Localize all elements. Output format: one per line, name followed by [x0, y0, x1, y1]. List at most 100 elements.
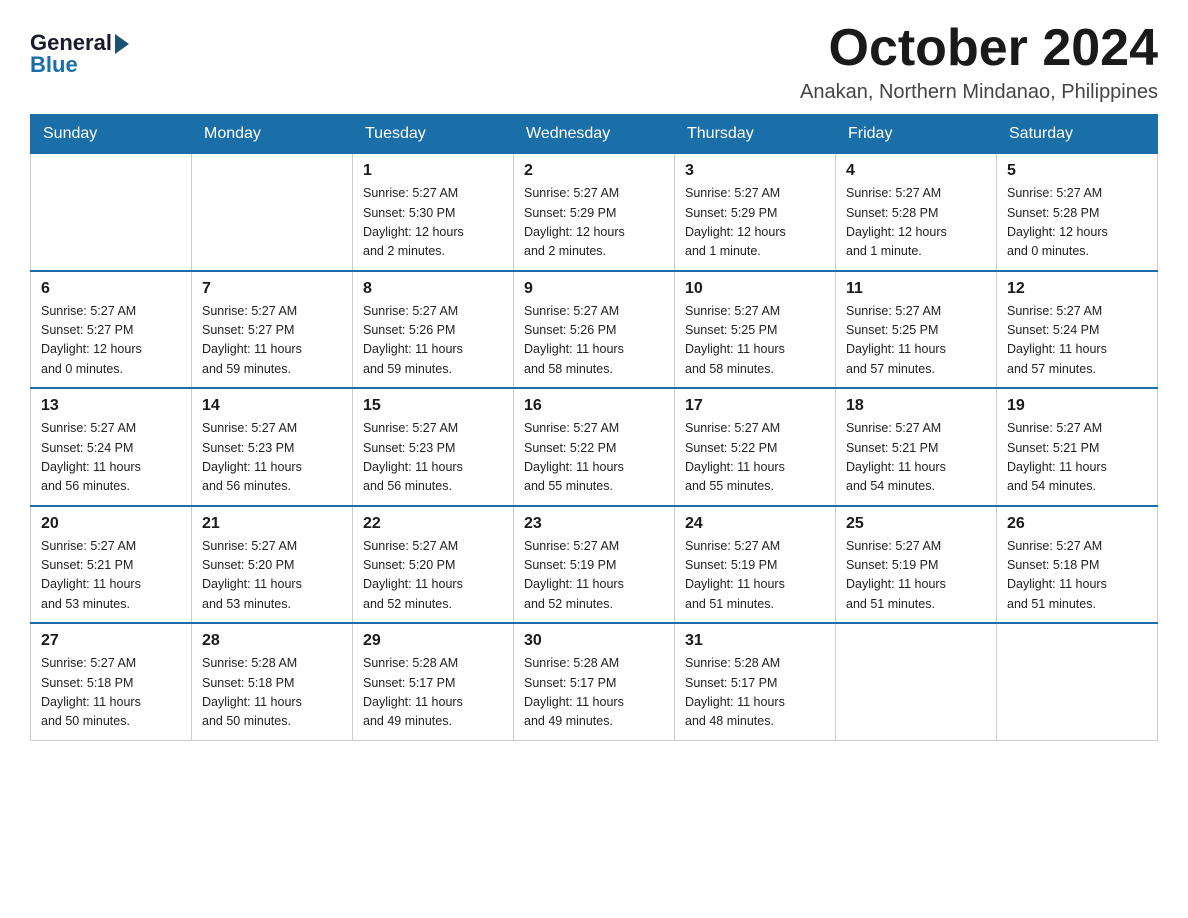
- day-number: 28: [202, 632, 342, 650]
- calendar-cell: 5 Sunrise: 5:27 AM Sunset: 5:28 PM Daylig…: [997, 154, 1158, 271]
- calendar-cell: 4Sunrise: 5:27 AM Sunset: 5:28 PM Daylig…: [836, 154, 997, 271]
- column-header-saturday: Saturday: [997, 115, 1158, 154]
- calendar-week-3: 13 Sunrise: 5:27 AM Sunset: 5:24 PM Dayli…: [31, 388, 1158, 506]
- day-info: Sunrise: 5:27 AM Sunset: 5:23 PM Dayligh…: [363, 419, 503, 497]
- calendar-cell: 1 Sunrise: 5:27 AM Sunset: 5:30 PM Daylig…: [353, 154, 514, 271]
- day-info: Sunrise: 5:27 AM Sunset: 5:18 PM Dayligh…: [1007, 537, 1147, 615]
- column-header-sunday: Sunday: [31, 115, 192, 154]
- location-title: Anakan, Northern Mindanao, Philippines: [800, 81, 1158, 104]
- day-number: 30: [524, 632, 664, 650]
- calendar-cell: 16Sunrise: 5:27 AM Sunset: 5:22 PM Dayli…: [514, 388, 675, 506]
- calendar-cell: 30 Sunrise: 5:28 AM Sunset: 5:17 PM Dayli…: [514, 623, 675, 740]
- calendar-week-1: 1 Sunrise: 5:27 AM Sunset: 5:30 PM Daylig…: [31, 154, 1158, 271]
- calendar-cell: 26 Sunrise: 5:27 AM Sunset: 5:18 PM Dayli…: [997, 506, 1158, 624]
- calendar-cell: 29 Sunrise: 5:28 AM Sunset: 5:17 PM Dayli…: [353, 623, 514, 740]
- day-number: 16: [524, 397, 664, 415]
- day-info: Sunrise: 5:28 AM Sunset: 5:18 PM Dayligh…: [202, 654, 342, 732]
- day-info: Sunrise: 5:27 AM Sunset: 5:20 PM Dayligh…: [202, 537, 342, 615]
- calendar-cell: 18Sunrise: 5:27 AM Sunset: 5:21 PM Dayli…: [836, 388, 997, 506]
- day-info: Sunrise: 5:27 AM Sunset: 5:26 PM Dayligh…: [524, 302, 664, 380]
- day-number: 13: [41, 397, 181, 415]
- logo-arrow-icon: [115, 34, 129, 54]
- day-number: 5: [1007, 162, 1147, 180]
- day-number: 26: [1007, 515, 1147, 533]
- day-info: Sunrise: 5:27 AM Sunset: 5:25 PM Dayligh…: [685, 302, 825, 380]
- calendar-week-5: 27Sunrise: 5:27 AM Sunset: 5:18 PM Dayli…: [31, 623, 1158, 740]
- calendar-cell: 28 Sunrise: 5:28 AM Sunset: 5:18 PM Dayli…: [192, 623, 353, 740]
- day-info: Sunrise: 5:28 AM Sunset: 5:17 PM Dayligh…: [524, 654, 664, 732]
- calendar-cell: 8Sunrise: 5:27 AM Sunset: 5:26 PM Daylig…: [353, 271, 514, 389]
- day-info: Sunrise: 5:27 AM Sunset: 5:27 PM Dayligh…: [202, 302, 342, 380]
- calendar-cell: 12 Sunrise: 5:27 AM Sunset: 5:24 PM Dayli…: [997, 271, 1158, 389]
- day-info: Sunrise: 5:27 AM Sunset: 5:29 PM Dayligh…: [524, 184, 664, 262]
- calendar-cell: 20 Sunrise: 5:27 AM Sunset: 5:21 PM Dayli…: [31, 506, 192, 624]
- calendar-week-4: 20 Sunrise: 5:27 AM Sunset: 5:21 PM Dayli…: [31, 506, 1158, 624]
- day-info: Sunrise: 5:27 AM Sunset: 5:19 PM Dayligh…: [524, 537, 664, 615]
- day-number: 7: [202, 280, 342, 298]
- calendar-cell: 10 Sunrise: 5:27 AM Sunset: 5:25 PM Dayli…: [675, 271, 836, 389]
- calendar-cell: 9 Sunrise: 5:27 AM Sunset: 5:26 PM Daylig…: [514, 271, 675, 389]
- column-header-friday: Friday: [836, 115, 997, 154]
- calendar-cell: 27Sunrise: 5:27 AM Sunset: 5:18 PM Dayli…: [31, 623, 192, 740]
- day-info: Sunrise: 5:27 AM Sunset: 5:28 PM Dayligh…: [846, 184, 986, 262]
- calendar-cell: 22 Sunrise: 5:27 AM Sunset: 5:20 PM Dayli…: [353, 506, 514, 624]
- day-info: Sunrise: 5:27 AM Sunset: 5:19 PM Dayligh…: [685, 537, 825, 615]
- day-number: 27: [41, 632, 181, 650]
- calendar-cell: 25Sunrise: 5:27 AM Sunset: 5:19 PM Dayli…: [836, 506, 997, 624]
- day-number: 19: [1007, 397, 1147, 415]
- calendar-cell: 31 Sunrise: 5:28 AM Sunset: 5:17 PM Dayli…: [675, 623, 836, 740]
- day-info: Sunrise: 5:27 AM Sunset: 5:27 PM Dayligh…: [41, 302, 181, 380]
- calendar-cell: 19Sunrise: 5:27 AM Sunset: 5:21 PM Dayli…: [997, 388, 1158, 506]
- day-info: Sunrise: 5:27 AM Sunset: 5:24 PM Dayligh…: [1007, 302, 1147, 380]
- calendar-cell: 21 Sunrise: 5:27 AM Sunset: 5:20 PM Dayli…: [192, 506, 353, 624]
- day-number: 10: [685, 280, 825, 298]
- day-number: 21: [202, 515, 342, 533]
- day-number: 22: [363, 515, 503, 533]
- day-number: 14: [202, 397, 342, 415]
- day-number: 8: [363, 280, 503, 298]
- calendar-cell: 11 Sunrise: 5:27 AM Sunset: 5:25 PM Dayli…: [836, 271, 997, 389]
- day-info: Sunrise: 5:27 AM Sunset: 5:22 PM Dayligh…: [685, 419, 825, 497]
- day-info: Sunrise: 5:28 AM Sunset: 5:17 PM Dayligh…: [685, 654, 825, 732]
- day-number: 20: [41, 515, 181, 533]
- day-info: Sunrise: 5:27 AM Sunset: 5:29 PM Dayligh…: [685, 184, 825, 262]
- title-section: October 2024 Anakan, Northern Mindanao, …: [800, 20, 1158, 104]
- day-number: 11: [846, 280, 986, 298]
- day-number: 15: [363, 397, 503, 415]
- calendar-cell: [31, 154, 192, 271]
- day-info: Sunrise: 5:27 AM Sunset: 5:20 PM Dayligh…: [363, 537, 503, 615]
- day-info: Sunrise: 5:27 AM Sunset: 5:21 PM Dayligh…: [41, 537, 181, 615]
- calendar-cell: 13 Sunrise: 5:27 AM Sunset: 5:24 PM Dayli…: [31, 388, 192, 506]
- logo: General Blue: [30, 30, 129, 78]
- calendar-cell: 7 Sunrise: 5:27 AM Sunset: 5:27 PM Daylig…: [192, 271, 353, 389]
- day-number: 23: [524, 515, 664, 533]
- day-number: 12: [1007, 280, 1147, 298]
- day-info: Sunrise: 5:27 AM Sunset: 5:21 PM Dayligh…: [846, 419, 986, 497]
- calendar-cell: 2 Sunrise: 5:27 AM Sunset: 5:29 PM Daylig…: [514, 154, 675, 271]
- calendar-cell: 3Sunrise: 5:27 AM Sunset: 5:29 PM Daylig…: [675, 154, 836, 271]
- calendar-cell: [192, 154, 353, 271]
- day-info: Sunrise: 5:27 AM Sunset: 5:30 PM Dayligh…: [363, 184, 503, 262]
- day-number: 6: [41, 280, 181, 298]
- calendar-cell: 17 Sunrise: 5:27 AM Sunset: 5:22 PM Dayli…: [675, 388, 836, 506]
- calendar-week-2: 6 Sunrise: 5:27 AM Sunset: 5:27 PM Daylig…: [31, 271, 1158, 389]
- day-info: Sunrise: 5:28 AM Sunset: 5:17 PM Dayligh…: [363, 654, 503, 732]
- day-info: Sunrise: 5:27 AM Sunset: 5:28 PM Dayligh…: [1007, 184, 1147, 262]
- day-number: 1: [363, 162, 503, 180]
- day-number: 24: [685, 515, 825, 533]
- day-number: 31: [685, 632, 825, 650]
- day-number: 2: [524, 162, 664, 180]
- day-info: Sunrise: 5:27 AM Sunset: 5:19 PM Dayligh…: [846, 537, 986, 615]
- day-number: 17: [685, 397, 825, 415]
- calendar-header-row: SundayMondayTuesdayWednesdayThursdayFrid…: [31, 115, 1158, 154]
- day-info: Sunrise: 5:27 AM Sunset: 5:24 PM Dayligh…: [41, 419, 181, 497]
- calendar-cell: 6 Sunrise: 5:27 AM Sunset: 5:27 PM Daylig…: [31, 271, 192, 389]
- day-info: Sunrise: 5:27 AM Sunset: 5:25 PM Dayligh…: [846, 302, 986, 380]
- day-number: 9: [524, 280, 664, 298]
- column-header-thursday: Thursday: [675, 115, 836, 154]
- calendar-cell: [836, 623, 997, 740]
- day-number: 29: [363, 632, 503, 650]
- day-info: Sunrise: 5:27 AM Sunset: 5:23 PM Dayligh…: [202, 419, 342, 497]
- column-header-wednesday: Wednesday: [514, 115, 675, 154]
- calendar-cell: 14 Sunrise: 5:27 AM Sunset: 5:23 PM Dayli…: [192, 388, 353, 506]
